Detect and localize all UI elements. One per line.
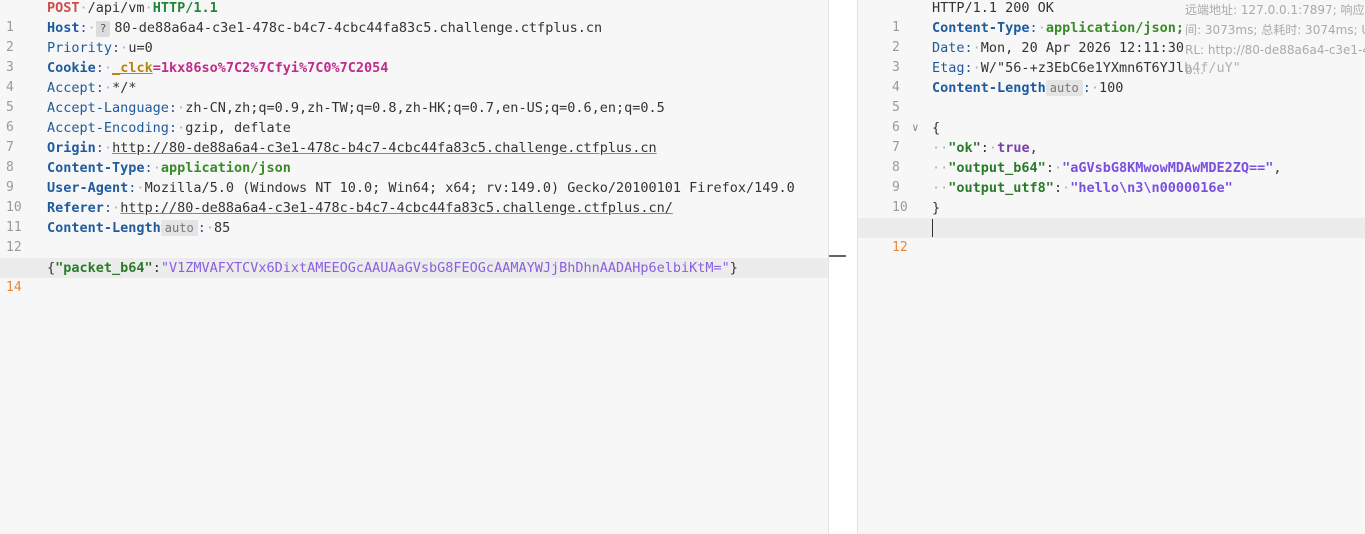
json-close[interactable]: 11 }: [858, 198, 1365, 235]
pane-splitter[interactable]: [828, 0, 858, 534]
request-path: /api/vm: [87, 0, 145, 16]
host-value: 80-de88a6a4-c3e1-478c-b4c7-4cbc44fa83c5.…: [114, 20, 603, 36]
json-output-b64[interactable]: 9 ··"output_b64":·"aGVsbG8KMwowMDAwMDE2Z…: [858, 158, 1365, 195]
fold-chevron-icon[interactable]: ∨: [912, 118, 919, 138]
json-output-utf8[interactable]: 10 ··"output_utf8":·"hello\n3\n0000016e": [858, 178, 1365, 215]
auto-badge[interactable]: auto: [160, 220, 198, 236]
response-viewer[interactable]: 1 HTTP/1.1 200 OK 2 Content-Type:·applic…: [858, 0, 1365, 534]
header-origin[interactable]: 8 Origin:·http://80-de88a6a4-c3e1-478c-b…: [0, 138, 828, 175]
http-version: HTTP/1.1: [152, 0, 218, 16]
header-referer[interactable]: 11 Referer:·http://80-de88a6a4-c3e1-478c…: [0, 198, 828, 235]
body-key: "packet_b64": [55, 260, 153, 276]
body-value: "V1ZMVAFXTCVx6DixtAMEEOGcAAUAaGVsbG8FEOG…: [160, 260, 730, 276]
blank-line[interactable]: 13: [0, 238, 828, 275]
header-content-type[interactable]: 9 Content-Type:·application/json: [0, 158, 828, 195]
header-content-length[interactable]: 12 Content-Length auto:·85: [0, 218, 828, 255]
origin-link[interactable]: http://80-de88a6a4-c3e1-478c-b4c7-4cbc44…: [112, 140, 657, 156]
blank-line[interactable]: 6: [858, 98, 1365, 135]
request-line[interactable]: 1 POST·/api/vm·HTTP/1.1: [0, 0, 828, 35]
response-info-tooltip: 远端地址: 127.0.0.1:7897; 响应 间: 3073ms; 总耗时:…: [1185, 3, 1365, 77]
header-user-agent[interactable]: 10 User-Agent:·Mozilla/5.0 (Windows NT 1…: [0, 178, 828, 215]
cursor-line[interactable]: 12: [858, 218, 1365, 255]
splitter-grip-icon[interactable]: [829, 255, 846, 257]
http-method: POST: [47, 0, 80, 16]
header-priority[interactable]: 3 Priority:·u=0: [0, 38, 828, 75]
host-badge[interactable]: ?: [95, 21, 111, 37]
resp-header-content-length[interactable]: 5 Content-Length auto:·100: [858, 78, 1365, 115]
json-ok[interactable]: 8 ··"ok":·true,: [858, 138, 1365, 175]
header-accept[interactable]: 5 Accept:·*/*: [0, 78, 828, 115]
json-open[interactable]: 7 ∨ {: [858, 118, 1365, 155]
header-accept-language[interactable]: 6 Accept-Language:·zh-CN,zh;q=0.9,zh-TW;…: [0, 98, 828, 135]
header-host[interactable]: 2 Host:·? 80-de88a6a4-c3e1-478c-b4c7-4cbc…: [0, 18, 828, 55]
request-body[interactable]: 14 {"packet_b64":"V1ZMVAFXTCVx6DixtAMEEO…: [0, 258, 828, 295]
header-accept-encoding[interactable]: 7 Accept-Encoding:·gzip, deflate: [0, 118, 828, 155]
referer-link[interactable]: http://80-de88a6a4-c3e1-478c-b4c7-4cbc44…: [120, 200, 673, 216]
request-editor[interactable]: 1 POST·/api/vm·HTTP/1.1 2 Host:·? 80-de88…: [0, 0, 828, 534]
header-cookie[interactable]: 4 Cookie:·_clck=1kx86so%7C2%7Cfyi%7C0%7C…: [0, 58, 828, 95]
text-caret: [932, 219, 933, 237]
